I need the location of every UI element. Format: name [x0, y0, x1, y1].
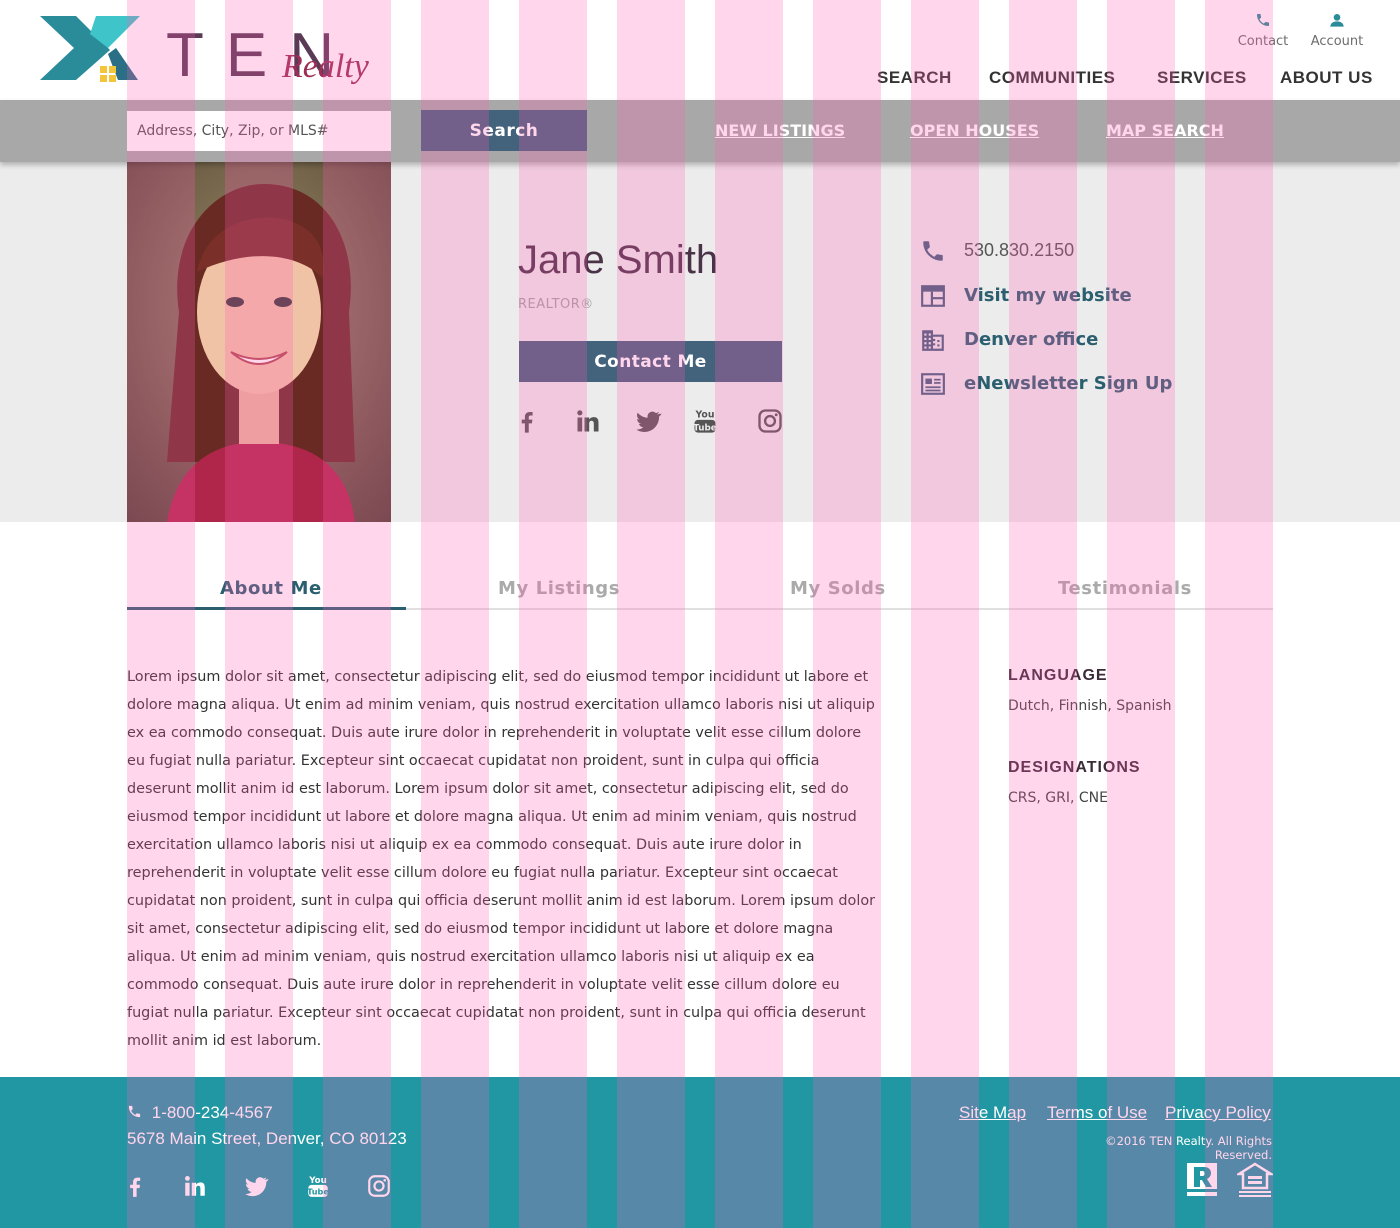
map-search-link[interactable]: MAP SEARCH: [1106, 121, 1224, 140]
user-icon: [1306, 12, 1368, 30]
phone-icon: [920, 238, 946, 264]
ten-realty-logo[interactable]: TEN Realty: [38, 14, 378, 94]
agent-bio: Lorem ipsum dolor sit amet, consectetur …: [127, 669, 876, 1049]
designations-value: CRS, GRI, CNE: [1008, 790, 1108, 806]
svg-text:You: You: [695, 410, 715, 421]
svg-text:Tube: Tube: [693, 423, 717, 433]
site-footer: 1-800-234-4567 5678 Main Street, Denver,…: [0, 1077, 1400, 1228]
newsletter-icon: [920, 371, 946, 397]
office-building-icon: [920, 327, 946, 353]
realtor-logo-icon: [1185, 1162, 1221, 1198]
account-label: Account: [1310, 34, 1364, 49]
terms-of-use-link[interactable]: Terms of Use: [1047, 1103, 1147, 1123]
search-button[interactable]: Search: [421, 110, 587, 151]
search-bar: Search NEW LISTINGS OPEN HOUSES MAP SEAR…: [0, 100, 1400, 162]
phone-icon: [1236, 12, 1290, 30]
footer-facebook-icon[interactable]: [122, 1173, 148, 1199]
footer-instagram-icon[interactable]: [366, 1173, 392, 1199]
svg-text:You: You: [308, 1176, 327, 1186]
newsletter-signup-link: eNewsletter Sign Up: [964, 373, 1173, 394]
agent-title: REALTOR®: [518, 297, 594, 312]
logo-x-mark-icon: [40, 16, 140, 82]
copyright-text: ©2016 TEN Realty. All Rights Reserved.: [1105, 1134, 1272, 1162]
nav-search[interactable]: SEARCH: [877, 68, 952, 88]
tab-my-solds[interactable]: My Solds: [790, 578, 886, 599]
language-value: Dutch, Finnish, Spanish: [1008, 698, 1172, 714]
agent-phone-number: 530.830.2150: [964, 240, 1075, 260]
agent-profile: Jane Smith REALTOR® Contact Me You Tube 5…: [0, 162, 1400, 522]
footer-phone[interactable]: 1-800-234-4567: [127, 1103, 273, 1123]
svg-text:Tube: Tube: [307, 1187, 329, 1197]
nav-communities[interactable]: COMMUNITIES: [989, 68, 1115, 88]
site-header: TEN Realty Contact Account SEARCH COMMUN…: [0, 0, 1400, 100]
facebook-icon[interactable]: [513, 407, 541, 435]
twitter-icon[interactable]: [634, 407, 662, 435]
nav-services[interactable]: SERVICES: [1157, 68, 1247, 88]
open-houses-link[interactable]: OPEN HOUSES: [910, 121, 1039, 140]
search-input[interactable]: [127, 111, 391, 151]
linkedin-icon[interactable]: [574, 407, 602, 435]
nav-about-us[interactable]: ABOUT US: [1280, 68, 1373, 88]
agent-name: Jane Smith: [518, 238, 719, 282]
contact-me-button[interactable]: Contact Me: [519, 341, 782, 382]
instagram-icon[interactable]: [756, 407, 784, 435]
tab-testimonials[interactable]: Testimonials: [1058, 578, 1192, 599]
footer-phone-number: 1-800-234-4567: [151, 1103, 273, 1122]
footer-twitter-icon[interactable]: [243, 1173, 269, 1199]
active-tab-indicator: [127, 607, 406, 610]
language-label: LANGUAGE: [1008, 667, 1108, 684]
visit-website-link: Visit my website: [964, 285, 1132, 306]
profile-tabs: About Me My Listings My Solds Testimonia…: [127, 570, 1273, 610]
header-account-link[interactable]: Account: [1306, 12, 1368, 49]
footer-address: 5678 Main Street, Denver, CO 80123: [127, 1129, 407, 1148]
agent-photo: [127, 162, 391, 522]
tab-my-listings[interactable]: My Listings: [498, 578, 620, 599]
site-map-link[interactable]: Site Map: [959, 1103, 1026, 1123]
equal-housing-opportunity-icon: [1234, 1162, 1276, 1198]
website-icon: [920, 283, 946, 309]
new-listings-link[interactable]: NEW LISTINGS: [715, 121, 845, 140]
header-contact-link[interactable]: Contact: [1236, 12, 1290, 49]
contact-label: Contact: [1237, 34, 1289, 49]
tab-about-me[interactable]: About Me: [220, 578, 322, 599]
privacy-policy-link[interactable]: Privacy Policy: [1165, 1103, 1271, 1123]
designations-label: DESIGNATIONS: [1008, 759, 1141, 776]
logo-subtitle: Realty: [282, 48, 369, 85]
youtube-icon[interactable]: You Tube: [691, 407, 719, 435]
footer-linkedin-icon[interactable]: [182, 1173, 208, 1199]
office-link: Denver office: [964, 329, 1099, 350]
phone-icon: [127, 1104, 142, 1119]
footer-youtube-icon[interactable]: You Tube: [305, 1173, 331, 1199]
